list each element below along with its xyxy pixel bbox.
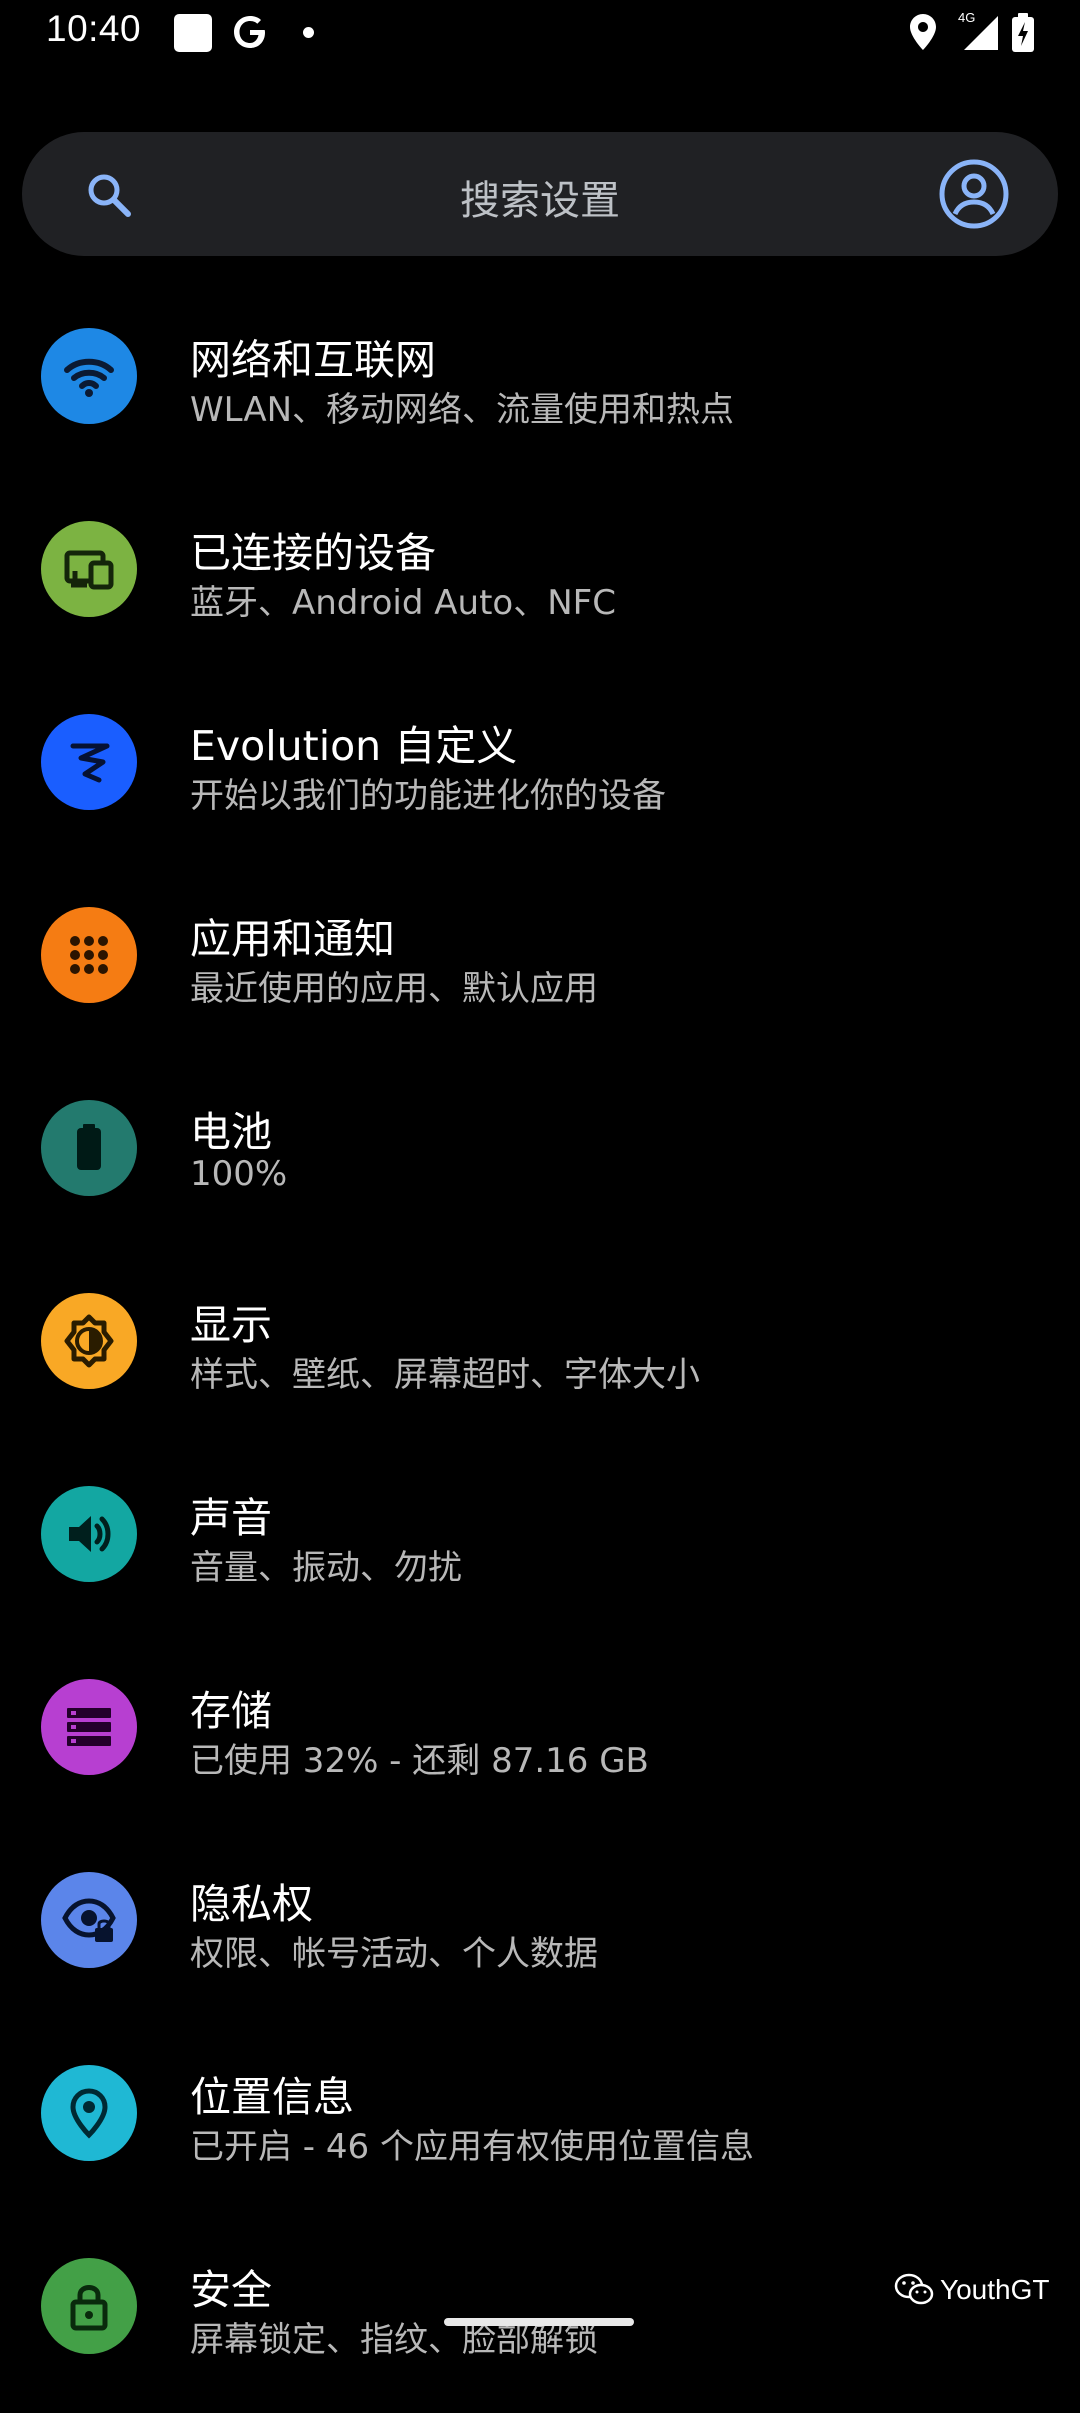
status-time: 10:40 xyxy=(46,8,142,49)
settings-item-display[interactable]: 显示 样式、壁纸、屏幕超时、字体大小 xyxy=(0,1255,1080,1448)
item-subtitle: WLAN、移动网络、流量使用和热点 xyxy=(190,390,735,430)
evolution-icon xyxy=(41,714,137,810)
wechat-icon xyxy=(894,2273,934,2305)
item-title: 电池 xyxy=(190,1108,272,1156)
item-title: 安全 xyxy=(190,2266,272,2314)
item-subtitle: 样式、壁纸、屏幕超时、字体大小 xyxy=(190,1355,700,1395)
brightness-icon xyxy=(41,1293,137,1389)
item-title: 已连接的设备 xyxy=(190,529,436,577)
battery-icon xyxy=(41,1100,137,1196)
status-bar: 10:40 4G xyxy=(0,0,1080,66)
settings-item-battery[interactable]: 电池 100% xyxy=(0,1062,1080,1255)
privacy-eye-icon xyxy=(41,1872,137,1968)
item-title: 隐私权 xyxy=(190,1880,313,1928)
settings-item-connected-devices[interactable]: 已连接的设备 蓝牙、Android Auto、NFC xyxy=(0,483,1080,676)
item-title: 显示 xyxy=(190,1301,272,1349)
google-icon xyxy=(234,16,265,48)
volume-icon xyxy=(41,1486,137,1582)
item-title: 网络和互联网 xyxy=(190,336,436,384)
watermark-text: YouthGT xyxy=(940,2274,1050,2305)
gesture-nav-bar[interactable] xyxy=(444,2318,634,2326)
devices-icon xyxy=(41,521,137,617)
settings-item-sound[interactable]: 声音 音量、振动、勿扰 xyxy=(0,1448,1080,1641)
storage-icon xyxy=(41,1679,137,1775)
search-bar[interactable]: 搜索设置 xyxy=(22,132,1058,256)
search-placeholder[interactable]: 搜索设置 xyxy=(22,168,1058,226)
signal-icon xyxy=(964,16,998,50)
location-icon xyxy=(910,14,936,50)
item-title: 声音 xyxy=(190,1494,272,1542)
location-pin-icon xyxy=(41,2065,137,2161)
item-subtitle: 100% xyxy=(190,1154,288,1194)
watermark: YouthGT xyxy=(894,2272,1049,2308)
settings-item-storage[interactable]: 存储 已使用 32% - 还剩 87.16 GB xyxy=(0,1641,1080,1834)
item-title: 位置信息 xyxy=(190,2073,354,2121)
account-circle-icon[interactable] xyxy=(938,158,1010,230)
item-subtitle: 蓝牙、Android Auto、NFC xyxy=(190,583,616,623)
item-subtitle: 已开启 - 46 个应用有权使用位置信息 xyxy=(190,2127,754,2167)
item-subtitle: 音量、振动、勿扰 xyxy=(190,1548,462,1588)
wifi-icon xyxy=(41,328,137,424)
apps-grid-icon xyxy=(41,907,137,1003)
settings-item-network[interactable]: 网络和互联网 WLAN、移动网络、流量使用和热点 xyxy=(0,290,1080,483)
item-subtitle: 开始以我们的功能进化你的设备 xyxy=(190,776,666,816)
dot-icon xyxy=(303,27,314,38)
item-title: 存储 xyxy=(190,1687,272,1735)
item-subtitle: 已使用 32% - 还剩 87.16 GB xyxy=(190,1741,649,1781)
item-subtitle: 权限、帐号活动、个人数据 xyxy=(190,1934,598,1974)
battery-charging-icon xyxy=(1012,13,1034,52)
item-subtitle: 最近使用的应用、默认应用 xyxy=(190,969,598,1009)
item-title: 应用和通知 xyxy=(190,915,395,963)
settings-item-apps[interactable]: 应用和通知 最近使用的应用、默认应用 xyxy=(0,869,1080,1062)
item-title: Evolution 自定义 xyxy=(190,722,518,770)
settings-item-location[interactable]: 位置信息 已开启 - 46 个应用有权使用位置信息 xyxy=(0,2027,1080,2220)
settings-item-privacy[interactable]: 隐私权 权限、帐号活动、个人数据 xyxy=(0,1834,1080,2027)
settings-item-evolution[interactable]: Evolution 自定义 开始以我们的功能进化你的设备 xyxy=(0,676,1080,869)
settings-item-security[interactable]: 安全 屏幕锁定、指纹、脸部解锁 xyxy=(0,2220,1080,2413)
notification-square-icon xyxy=(174,14,212,52)
